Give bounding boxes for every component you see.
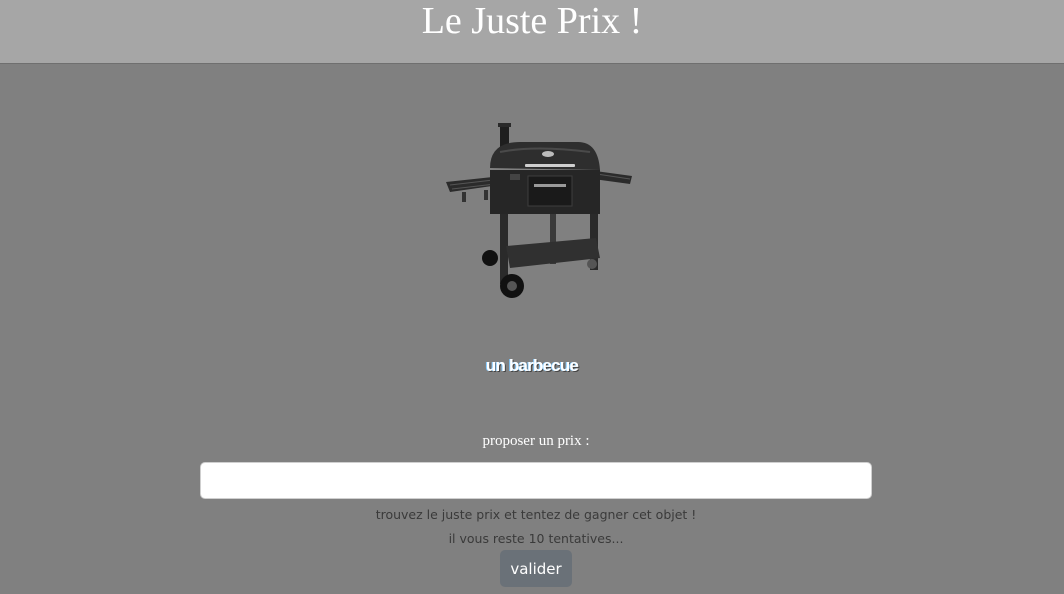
price-input-label: proposer un prix : (482, 433, 590, 449)
barbecue-image (446, 123, 632, 298)
price-input[interactable] (200, 462, 872, 499)
product-name: un barbecue (485, 356, 579, 375)
page-title: Le Juste Prix ! (421, 0, 643, 42)
remaining-attempts-text: il vous reste 10 tentatives... (448, 531, 624, 546)
page-header: Le Juste Prix ! (0, 0, 1064, 64)
hint-text: trouvez le juste prix et tentez de gagne… (375, 507, 697, 522)
submit-button[interactable]: valider (500, 550, 572, 587)
barbecue-grill-drawing (446, 123, 632, 298)
